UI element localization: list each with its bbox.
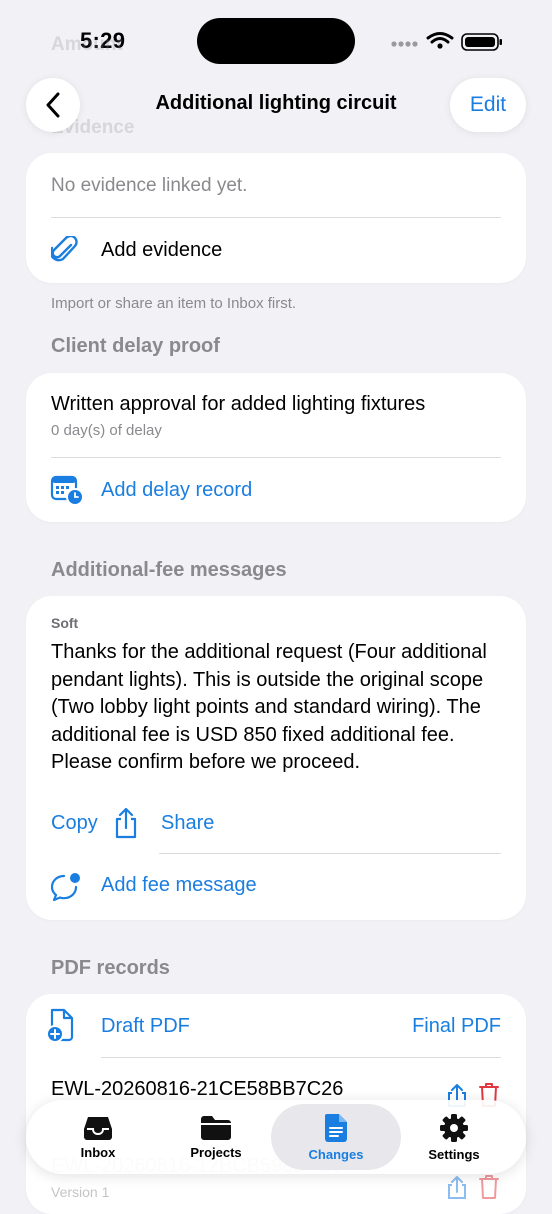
evidence-footnote: Import or share an item to Inbox first. (51, 295, 297, 312)
document-icon (325, 1113, 347, 1142)
dynamic-island (197, 18, 355, 64)
status-icons (390, 30, 505, 52)
add-evidence-button[interactable]: Add evidence (26, 218, 526, 283)
pdf-record-version: Version 1 (51, 1184, 110, 1200)
section-header-fee-messages: Additional-fee messages (51, 559, 287, 581)
fee-messages-card: Soft Thanks for the additional request (… (26, 596, 526, 920)
add-fee-message-button[interactable]: Add fee message (26, 854, 526, 920)
evidence-card: No evidence linked yet. Add evidence (26, 153, 526, 283)
divider (101, 1057, 501, 1058)
battery-icon (461, 33, 502, 51)
pdf-record-id: EWL-20260816-21CE58BB7C26 (51, 1078, 344, 1100)
add-evidence-label: Add evidence (101, 239, 223, 261)
edit-button[interactable]: Edit (450, 78, 526, 132)
fee-message-text: Thanks for the additional request (Four … (51, 641, 487, 773)
ghost-header-top: Amount (51, 34, 123, 55)
fee-message-tone: Soft (51, 615, 79, 631)
delay-record-subtitle: 0 day(s) of delay (51, 422, 162, 439)
calendar-clock-icon (50, 474, 84, 506)
wifi-icon (426, 32, 454, 44)
folder-icon (201, 1115, 231, 1140)
tab-changes[interactable]: Changes (271, 1104, 401, 1170)
trash-icon[interactable] (478, 1174, 500, 1200)
share-button[interactable]: Share (161, 812, 214, 835)
tab-label: Changes (308, 1146, 364, 1162)
add-fee-message-label: Add fee message (101, 874, 257, 896)
draft-pdf-button[interactable]: Draft PDF (101, 1015, 190, 1038)
delay-record-row[interactable]: Written approval for added lighting fixt… (26, 373, 526, 457)
share-icon[interactable] (113, 807, 139, 839)
cellular-icon (391, 41, 418, 47)
delay-record-title: Written approval for added lighting fixt… (51, 393, 426, 415)
evidence-empty-text: No evidence linked yet. (51, 175, 248, 196)
tab-projects[interactable]: Projects (156, 1100, 276, 1174)
section-header-delay: Client delay proof (51, 335, 220, 357)
tab-settings[interactable]: Settings (394, 1100, 514, 1174)
tab-label: Inbox (80, 1144, 116, 1160)
message-badge-icon (50, 872, 82, 902)
add-delay-record-button[interactable]: Add delay record (26, 458, 526, 522)
tab-bar: Inbox Projects Changes Settings (26, 1100, 526, 1174)
copy-button[interactable]: Copy (51, 812, 98, 835)
paperclip-icon (50, 236, 80, 266)
tab-inbox[interactable]: Inbox (38, 1100, 158, 1174)
tray-icon (84, 1116, 112, 1140)
gear-icon (440, 1113, 468, 1142)
section-header-pdf: PDF records (51, 957, 170, 979)
tab-label: Projects (190, 1144, 242, 1160)
add-document-icon[interactable] (46, 1007, 78, 1043)
delay-card: Written approval for added lighting fixt… (26, 373, 526, 522)
tab-label: Settings (428, 1146, 480, 1162)
final-pdf-button[interactable]: Final PDF (412, 1015, 501, 1038)
add-delay-record-label: Add delay record (101, 479, 253, 501)
share-icon[interactable] (446, 1174, 468, 1200)
